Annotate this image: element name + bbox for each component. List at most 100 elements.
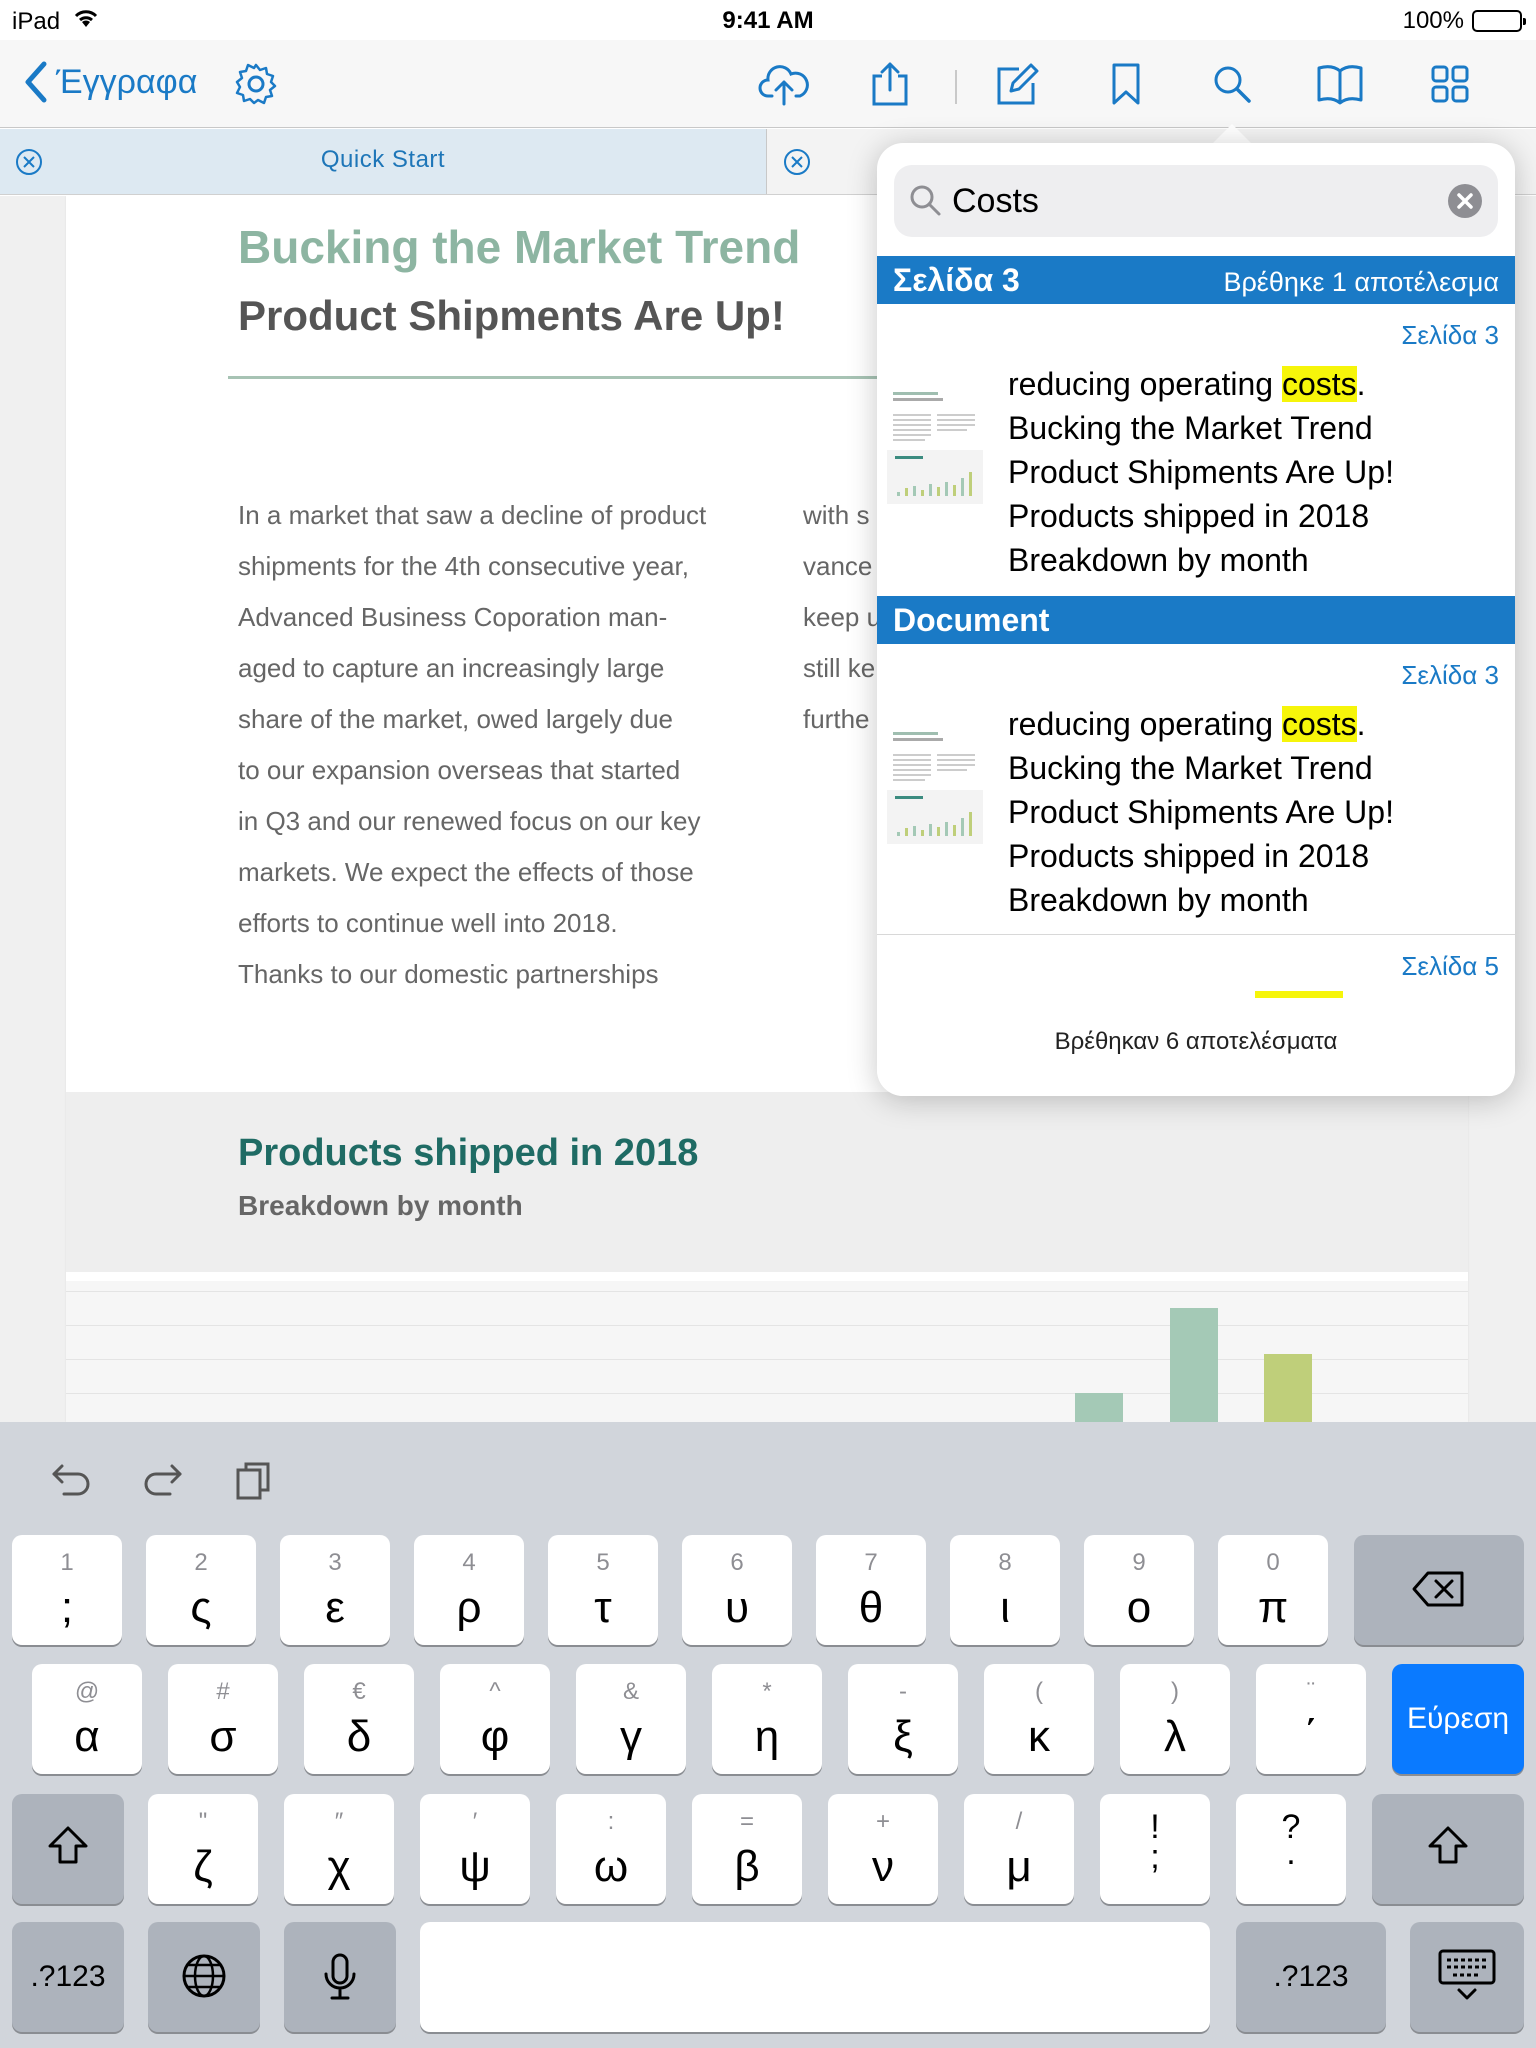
tab-quick-start[interactable]: Quick Start	[0, 129, 767, 194]
key-tonos[interactable]: ¨ ΄	[1256, 1664, 1366, 1774]
result-snippet: reducing operating costs. Bucking the Ma…	[1008, 702, 1394, 922]
key-mu[interactable]: / μ	[964, 1794, 1074, 1904]
chevron-left-icon	[25, 61, 47, 103]
search-result[interactable]: Σελίδα 3 reducing operating costs. Bucki…	[877, 304, 1515, 596]
key-alpha[interactable]: @ α	[32, 1664, 142, 1774]
key-nu[interactable]: + ν	[828, 1794, 938, 1904]
key-epsilon[interactable]: 3ε	[280, 1535, 390, 1645]
gear-icon	[235, 63, 277, 105]
thumbnails-button[interactable]	[1422, 58, 1478, 110]
key-rho[interactable]: 4ρ	[414, 1535, 524, 1645]
key-pi[interactable]: 0π	[1218, 1535, 1328, 1645]
shift-key-left[interactable]	[12, 1794, 124, 1904]
chart-bar	[1264, 1354, 1312, 1422]
body-line: in Q3 and our renewed focus on our key	[238, 806, 701, 836]
clear-search-button[interactable]	[1448, 184, 1482, 218]
key-char: ρ	[456, 1583, 482, 1632]
numbers-key-left[interactable]: .?123	[12, 1922, 124, 2032]
key-sigma[interactable]: # σ	[168, 1664, 278, 1774]
back-button[interactable]: Έγγραφα	[22, 60, 197, 104]
edit-icon	[997, 63, 1039, 105]
key-char: δ	[346, 1712, 372, 1761]
key-alt: 3	[328, 1549, 342, 1576]
snippet-line: Breakdown by month	[1008, 882, 1309, 918]
outline-button[interactable]	[1312, 58, 1368, 110]
battery-percent: 100%	[1402, 7, 1464, 34]
key-label: Εύρεση	[1406, 1702, 1510, 1735]
key-omega[interactable]: :ω	[556, 1794, 666, 1904]
globe-icon	[148, 1952, 260, 2000]
grid-icon	[1431, 65, 1469, 103]
search-result[interactable]: Σελίδα 5	[877, 935, 1515, 998]
key-alt: ″	[334, 1808, 344, 1835]
key-char: μ	[1006, 1842, 1032, 1891]
key-question[interactable]: ?.	[1236, 1794, 1346, 1904]
key-exclamation[interactable]: !;	[1100, 1794, 1210, 1904]
snippet-line: Product Shipments Are Up!	[1008, 794, 1394, 830]
chart-bar	[1170, 1308, 1218, 1422]
key-final-sigma[interactable]: 2ς	[146, 1535, 256, 1645]
annotate-button[interactable]	[990, 58, 1046, 110]
key-semicolon[interactable]: 1;	[12, 1535, 122, 1645]
numbers-key-right[interactable]: .?123	[1236, 1922, 1386, 2032]
search-button[interactable]	[1204, 58, 1260, 110]
bookmark-button[interactable]	[1098, 58, 1154, 110]
key-char: ΄	[1303, 1712, 1319, 1761]
key-alt: 8	[998, 1549, 1012, 1576]
key-alt: 5	[596, 1549, 610, 1576]
key-xi[interactable]: -ξ	[848, 1664, 958, 1774]
key-theta[interactable]: 7θ	[816, 1535, 926, 1645]
key-alt: &	[622, 1678, 639, 1705]
paste-icon[interactable]	[230, 1458, 278, 1502]
key-chi[interactable]: ″ χ	[284, 1794, 394, 1904]
key-tau[interactable]: 5τ	[548, 1535, 658, 1645]
key-upsilon[interactable]: 6υ	[682, 1535, 792, 1645]
shift-key-right[interactable]	[1372, 1794, 1524, 1904]
bookmark-icon	[1112, 63, 1140, 105]
key-gamma[interactable]: & γ	[576, 1664, 686, 1774]
key-kappa[interactable]: (κ	[984, 1664, 1094, 1774]
key-alt: 2	[194, 1549, 208, 1576]
popover-arrow	[1212, 124, 1252, 144]
key-char: ξ	[893, 1712, 913, 1761]
search-field[interactable]	[894, 165, 1498, 237]
key-omicron[interactable]: 9ο	[1084, 1535, 1194, 1645]
chart-section-header: Products shipped in 2018 Breakdown by mo…	[66, 1092, 1468, 1272]
redo-icon[interactable]	[138, 1458, 186, 1502]
key-zeta[interactable]: " ζ	[148, 1794, 258, 1904]
key-char: υ	[724, 1583, 750, 1632]
hide-keyboard-key[interactable]	[1410, 1922, 1524, 2032]
space-bar[interactable]	[420, 1922, 1210, 2032]
doc-subtitle: Product Shipments Are Up!	[238, 292, 785, 339]
key-char: ο	[1126, 1583, 1152, 1632]
dictation-key[interactable]	[284, 1922, 396, 2032]
key-eta[interactable]: * η	[712, 1664, 822, 1774]
key-alt: /	[1015, 1808, 1023, 1835]
key-alt: €	[352, 1678, 366, 1705]
result-page-label: Σελίδα 3	[1401, 320, 1499, 350]
key-delta[interactable]: € δ	[304, 1664, 414, 1774]
key-label: .?123	[30, 1960, 106, 1993]
backspace-key[interactable]	[1354, 1535, 1524, 1645]
search-popover: Σελίδα 3 Βρέθηκε 1 αποτέλεσμα Σελίδα 3	[877, 143, 1515, 1096]
cloud-upload-button[interactable]	[756, 58, 812, 110]
backspace-icon	[1354, 1569, 1524, 1609]
key-char: φ	[480, 1712, 510, 1761]
key-lambda[interactable]: ) λ	[1120, 1664, 1230, 1774]
snippet-line: Product Shipments Are Up!	[1008, 454, 1394, 490]
settings-button[interactable]	[234, 62, 278, 111]
key-beta[interactable]: = β	[692, 1794, 802, 1904]
key-phi[interactable]: ^ φ	[440, 1664, 550, 1774]
language-key[interactable]	[148, 1922, 260, 2032]
result-snippet: reducing operating costs. Bucking the Ma…	[1008, 362, 1394, 582]
search-submit-key[interactable]: Εύρεση	[1392, 1664, 1524, 1774]
key-iota[interactable]: 8ι	[950, 1535, 1060, 1645]
close-tab-icon[interactable]	[782, 147, 812, 177]
key-psi[interactable]: ′ ψ	[420, 1794, 530, 1904]
snippet-line: Bucking the Market Trend	[1008, 410, 1373, 446]
body-line: efforts to continue well into 2018.	[238, 908, 618, 938]
search-result[interactable]: Σελίδα 3 reducing operating costs. Bucki…	[877, 644, 1515, 934]
undo-icon[interactable]	[48, 1458, 96, 1502]
share-button[interactable]	[862, 58, 918, 110]
search-input[interactable]	[952, 175, 1432, 227]
